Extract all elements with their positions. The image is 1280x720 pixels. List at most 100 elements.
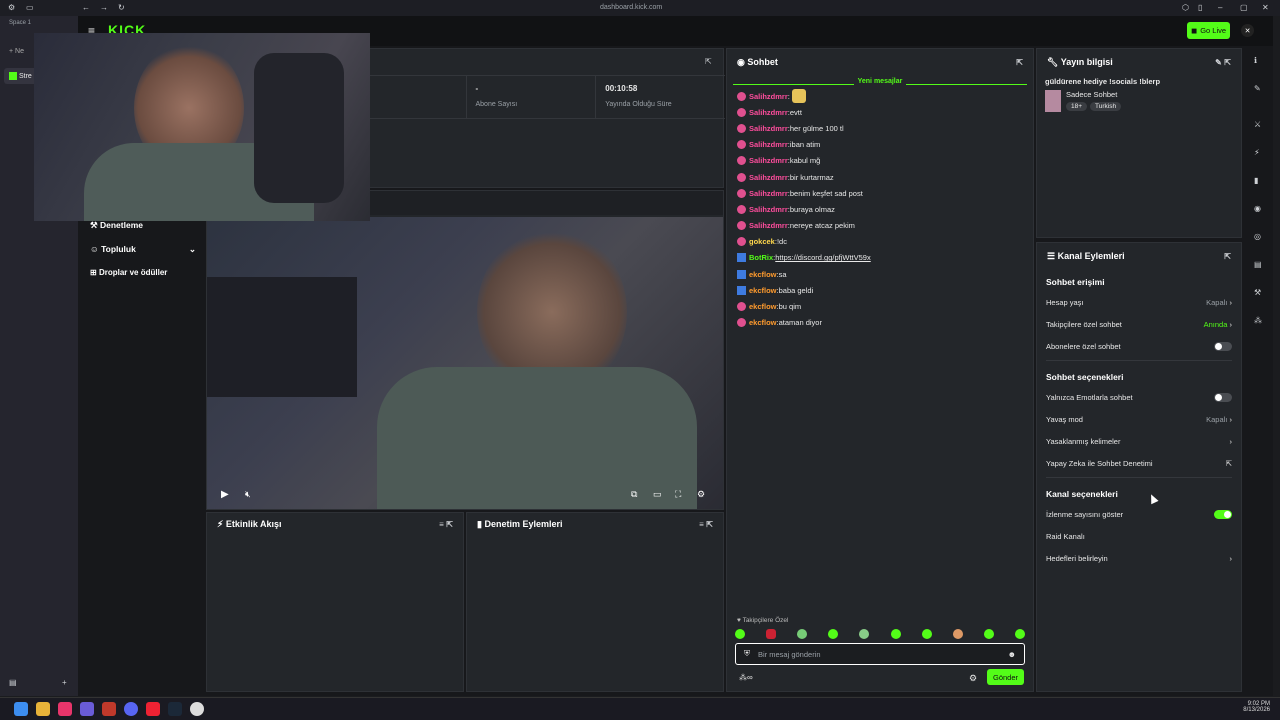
nav-item-drops[interactable]: ⊞ Droplar ve ödüller	[90, 268, 167, 277]
chat-username[interactable]: Salihzdmrr	[749, 140, 788, 149]
pip-icon[interactable]: ⧉	[631, 489, 637, 500]
account-age-row[interactable]: Hesap yaşı Kapalı ›	[1037, 291, 1241, 313]
emote-icon[interactable]	[828, 629, 839, 639]
chat-username[interactable]: Salihzdmrr	[749, 108, 788, 117]
chat-username[interactable]: ekcflow	[749, 302, 777, 311]
chat-username[interactable]: Salihzdmrr	[749, 156, 788, 165]
ai-moderation-row[interactable]: Yapay Zeka ile Sohbet Denetimi ⇱	[1037, 452, 1241, 474]
chat-username[interactable]: ekcflow	[749, 270, 777, 279]
emotes-only-toggle[interactable]	[1214, 392, 1232, 402]
emote-icon[interactable]	[735, 629, 745, 639]
emote-icon[interactable]	[797, 629, 808, 639]
wrench-icon[interactable]: ⚒	[1254, 288, 1261, 297]
swords-icon[interactable]: ⚔	[1254, 120, 1261, 129]
emoji-icon[interactable]: ☻	[1008, 650, 1016, 659]
settings-icon[interactable]: ⚙	[8, 3, 15, 12]
document-icon[interactable]: ▮	[1254, 176, 1258, 185]
chat-username[interactable]: ekcflow	[749, 318, 777, 327]
webcam-preview[interactable]	[34, 33, 370, 221]
banned-words-row[interactable]: Yasaklanmış kelimeler ›	[1037, 430, 1241, 452]
music-icon[interactable]	[58, 702, 72, 716]
split-view-icon[interactable]: ▯	[1198, 3, 1202, 12]
close-icon[interactable]: ✕	[1241, 24, 1254, 37]
chat-username[interactable]: Salihzdmrr	[749, 124, 788, 133]
points-icon[interactable]: ⁂∞	[739, 673, 753, 682]
chat-input[interactable]: ⛨ Bir mesaj gönderin ☻	[735, 643, 1025, 665]
discord-icon[interactable]	[124, 702, 138, 716]
new-tab-button[interactable]: + Ne	[9, 48, 24, 55]
theater-icon[interactable]: ▭	[653, 489, 662, 500]
popout-icon[interactable]: ⇱	[446, 520, 453, 529]
broadcast-icon[interactable]: ◎	[1254, 232, 1261, 241]
nav-item-community[interactable]: ☺ Topluluk ⌄	[90, 244, 196, 255]
tag-badge[interactable]: Turkish	[1090, 102, 1122, 111]
mute-icon[interactable]: 🔇︎	[245, 489, 251, 500]
minimize-icon[interactable]: –	[1218, 3, 1222, 12]
raid-row[interactable]: Raid Kanalı	[1037, 525, 1241, 547]
back-icon[interactable]: ←	[82, 3, 90, 12]
browser-icon[interactable]	[80, 702, 94, 716]
chat-username[interactable]: BotRix	[749, 253, 773, 262]
chat-link[interactable]: https://discord.gg/pfjWttV59x	[775, 253, 870, 262]
recorder-icon[interactable]	[146, 702, 160, 716]
play-icon[interactable]: ▶	[221, 489, 229, 500]
chat-username[interactable]: Salihzdmrr	[749, 205, 788, 214]
send-button[interactable]: Gönder	[987, 669, 1024, 685]
popout-icon[interactable]: ⇱	[705, 57, 712, 66]
fullscreen-icon[interactable]: ⛶	[675, 489, 681, 500]
tag-badge[interactable]: 18+	[1066, 102, 1088, 111]
close-window-icon[interactable]: ✕	[1262, 3, 1269, 12]
info-icon[interactable]: ℹ	[1254, 56, 1257, 65]
show-viewers-toggle[interactable]	[1214, 509, 1232, 519]
chat-username[interactable]: gokcek	[749, 237, 775, 246]
chat-username[interactable]: Salihzdmrr	[749, 221, 788, 230]
reload-icon[interactable]: ↻	[118, 3, 125, 12]
url-bar[interactable]: dashboard.kick.com	[600, 4, 662, 11]
edit-icon[interactable]: ✎	[1215, 58, 1222, 67]
start-icon[interactable]	[14, 702, 28, 716]
emote-icon[interactable]	[921, 629, 932, 639]
subs-chat-toggle[interactable]	[1214, 341, 1232, 351]
obs-icon[interactable]	[190, 702, 204, 716]
filter-icon[interactable]: ≡	[439, 520, 444, 529]
chat-username[interactable]: ekcflow	[749, 286, 777, 295]
video-frame[interactable]	[207, 217, 723, 509]
emote-icon[interactable]	[766, 629, 777, 639]
bolt-icon[interactable]: ⚡︎	[1254, 148, 1260, 157]
video-player[interactable]: ▶ 🔇︎ ⧉ ▭ ⛶ ⚙	[206, 190, 724, 510]
popout-icon[interactable]: ⇱	[1016, 58, 1023, 67]
clock[interactable]: 9:02 PM 8/13/2026	[1243, 701, 1270, 713]
folder-icon[interactable]	[36, 702, 50, 716]
chat-settings-icon[interactable]: ⚙	[969, 673, 977, 684]
emote-icon[interactable]	[890, 629, 901, 639]
popout-icon[interactable]: ⇱	[1224, 58, 1231, 67]
popout-icon[interactable]: ⇱	[706, 520, 713, 529]
forward-icon[interactable]: →	[100, 3, 108, 12]
emote-icon[interactable]	[952, 629, 963, 639]
archive-icon[interactable]: ▤	[9, 678, 17, 687]
nav-item-moderation[interactable]: ⚒ Denetleme	[90, 220, 143, 231]
gear-icon[interactable]: ⚙	[697, 489, 705, 500]
pencil-icon[interactable]: ✎	[1254, 84, 1261, 93]
emote-icon[interactable]	[1014, 629, 1025, 639]
add-icon[interactable]: +	[62, 678, 67, 687]
slow-mode-row[interactable]: Yavaş mod Kapalı ›	[1037, 408, 1241, 430]
chat-username[interactable]: Salihzdmrr	[749, 173, 788, 182]
followers-chat-row[interactable]: Takipçilere özel sohbet Anında ›	[1037, 313, 1241, 335]
sidebar-toggle-icon[interactable]: ▭	[26, 3, 34, 12]
filter-icon[interactable]: ≡	[699, 520, 704, 529]
extension-icon[interactable]: ⬡	[1182, 3, 1189, 12]
emote-icon[interactable]	[859, 629, 870, 639]
chat-username[interactable]: Salihzdmrr	[749, 92, 788, 101]
chat-icon[interactable]: ◉	[1254, 204, 1261, 213]
popout-icon[interactable]: ⇱	[1224, 252, 1231, 261]
nodes-icon[interactable]: ⁂	[1254, 316, 1262, 325]
goals-row[interactable]: Hedefleri belirleyin ›	[1037, 547, 1241, 569]
go-live-button[interactable]: ◼ Go Live	[1187, 22, 1230, 39]
server-icon[interactable]: ▤	[1254, 260, 1262, 269]
emote-icon[interactable]	[983, 629, 994, 639]
steam-icon[interactable]	[168, 702, 182, 716]
maximize-icon[interactable]: ▢	[1240, 3, 1248, 12]
chat-username[interactable]: Salihzdmrr	[749, 189, 788, 198]
calendar-icon[interactable]	[102, 702, 116, 716]
